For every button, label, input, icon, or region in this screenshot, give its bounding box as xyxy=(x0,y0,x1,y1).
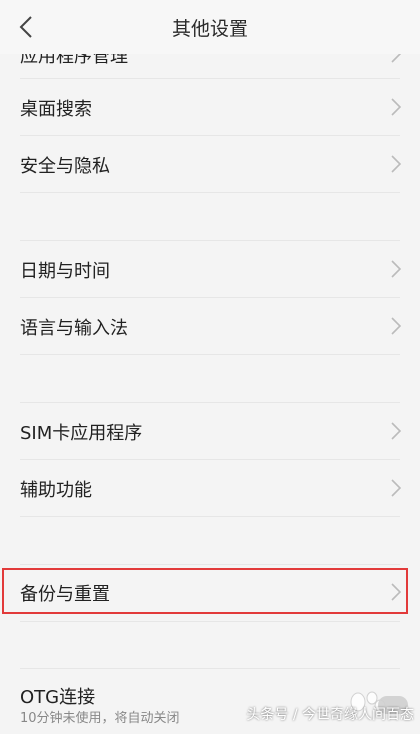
list-item-security-privacy[interactable]: 安全与隐私 xyxy=(0,136,420,192)
page-title: 其他设置 xyxy=(171,18,248,40)
list-item-label: 辅助功能 xyxy=(20,480,92,501)
chevron-right-icon xyxy=(391,317,402,335)
list-item-accessibility[interactable]: 辅助功能 xyxy=(0,460,420,516)
watermark-text: 头条号 / 今世奇缘人间百态 xyxy=(246,707,414,723)
list-item-label: 日期与时间 xyxy=(20,261,110,282)
chevron-right-icon xyxy=(391,479,402,497)
list-item-date-time[interactable]: 日期与时间 xyxy=(0,241,420,297)
list-item-label: 桌面搜索 xyxy=(20,99,92,120)
highlight-box xyxy=(2,568,408,614)
list-item-label: OTG连接 xyxy=(20,687,96,708)
list-item-language-input[interactable]: 语言与输入法 xyxy=(0,298,420,354)
list-item-label: SIM卡应用程序 xyxy=(20,423,143,444)
chevron-right-icon xyxy=(391,98,402,116)
header-bar: 其他设置 xyxy=(0,0,420,54)
list-item-sim-apps[interactable]: SIM卡应用程序 xyxy=(0,403,420,459)
list-item-subtitle: 10分钟未使用，将自动关闭 xyxy=(20,711,180,726)
chevron-right-icon xyxy=(391,422,402,440)
list-item-desktop-search[interactable]: 桌面搜索 xyxy=(0,79,420,135)
list-item-label: 安全与隐私 xyxy=(20,156,110,177)
chevron-right-icon xyxy=(391,155,402,173)
chevron-right-icon xyxy=(391,260,402,278)
list-item-label: 语言与输入法 xyxy=(20,318,128,339)
